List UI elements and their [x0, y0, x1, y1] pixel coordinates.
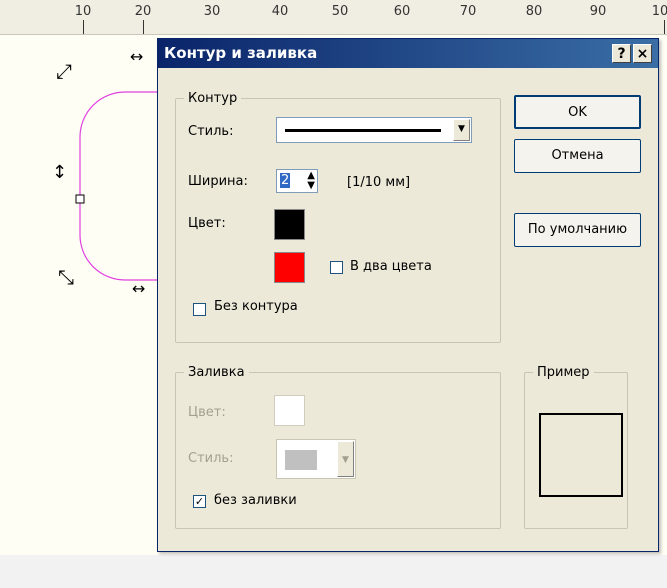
outline-color-swatch[interactable]	[274, 209, 305, 240]
dialog-titlebar[interactable]: Контур и заливка	[158, 39, 658, 68]
two-color-label: В два цвета	[350, 259, 432, 274]
ruler-tick-label: 50	[331, 4, 349, 19]
fill-group-label: Заливка	[188, 365, 245, 380]
no-outline-checkbox[interactable]	[193, 303, 206, 316]
rotate-handle-bottom-left-icon[interactable]: ⤡	[58, 267, 74, 287]
outline-color-label: Цвет:	[188, 216, 226, 231]
ruler-tick-label: 80	[525, 4, 543, 19]
ruler-tick	[83, 20, 84, 34]
spin-down-icon[interactable]: ▼	[307, 181, 315, 191]
ruler-tick	[143, 20, 144, 34]
skew-handle-top-icon[interactable]: ↔	[130, 47, 143, 67]
no-fill-label: без заливки	[214, 493, 297, 508]
outline-width-input[interactable]: 2	[280, 173, 291, 188]
horizontal-ruler: 10 20 30 40 50 60 70 80 90 10	[0, 0, 667, 35]
outline-group-label: Контур	[188, 91, 238, 106]
fill-color-label: Цвет:	[188, 405, 226, 420]
outline-style-label: Стиль:	[188, 124, 234, 139]
preview-group-label: Пример	[537, 365, 590, 380]
ruler-tick-label: 10	[74, 4, 92, 19]
outline-fill-dialog: Контур и заливка ? × Контур Стиль: ▼ Шир…	[157, 38, 659, 552]
ruler-tick-label: 10	[651, 4, 667, 19]
rotate-handle-top-left-icon[interactable]: ⤢	[56, 61, 72, 81]
outline-width-unit: [1/10 мм]	[347, 175, 411, 190]
ruler-tick-label: 70	[459, 4, 477, 19]
no-fill-checkbox[interactable]: ✓	[193, 495, 206, 508]
fill-color-swatch	[274, 395, 305, 426]
outline-width-label: Ширина:	[188, 174, 248, 189]
ruler-tick-label: 60	[393, 4, 411, 19]
no-outline-label: Без контура	[214, 299, 298, 314]
outline-width-stepper[interactable]: 2 ▲ ▼	[276, 169, 318, 193]
ruler-tick-label: 20	[134, 4, 152, 19]
skew-handle-bottom-icon[interactable]: ↔	[132, 279, 145, 299]
chevron-down-icon[interactable]: ▼	[453, 119, 470, 141]
two-color-checkbox[interactable]	[330, 261, 343, 274]
ruler-tick-label: 40	[271, 4, 289, 19]
fill-style-label: Стиль:	[188, 451, 234, 466]
line-style-preview	[285, 129, 441, 132]
fill-style-preview	[285, 450, 317, 470]
rounded-rect-outline	[79, 91, 158, 281]
node-handle[interactable]	[75, 194, 85, 204]
cancel-button[interactable]: Отмена	[514, 139, 641, 173]
chevron-down-icon: ▼	[337, 441, 354, 477]
preview-shape	[539, 413, 623, 497]
outline-style-select[interactable]: ▼	[276, 117, 472, 143]
dialog-title: Контур и заливка	[164, 44, 318, 62]
ruler-tick-label: 90	[589, 4, 607, 19]
fill-style-select: ▼	[276, 439, 356, 479]
ruler-tick	[664, 20, 665, 34]
status-area	[0, 555, 667, 588]
skew-handle-left-icon[interactable]: ↕	[52, 163, 67, 183]
ruler-tick-label: 30	[203, 4, 221, 19]
selected-shape[interactable]	[0, 35, 160, 315]
ok-button[interactable]: OK	[514, 95, 641, 129]
outline-second-color-swatch[interactable]	[274, 252, 305, 283]
close-button[interactable]: ×	[633, 44, 652, 63]
default-button[interactable]: По умолчанию	[514, 213, 641, 247]
help-button[interactable]: ?	[612, 44, 631, 63]
